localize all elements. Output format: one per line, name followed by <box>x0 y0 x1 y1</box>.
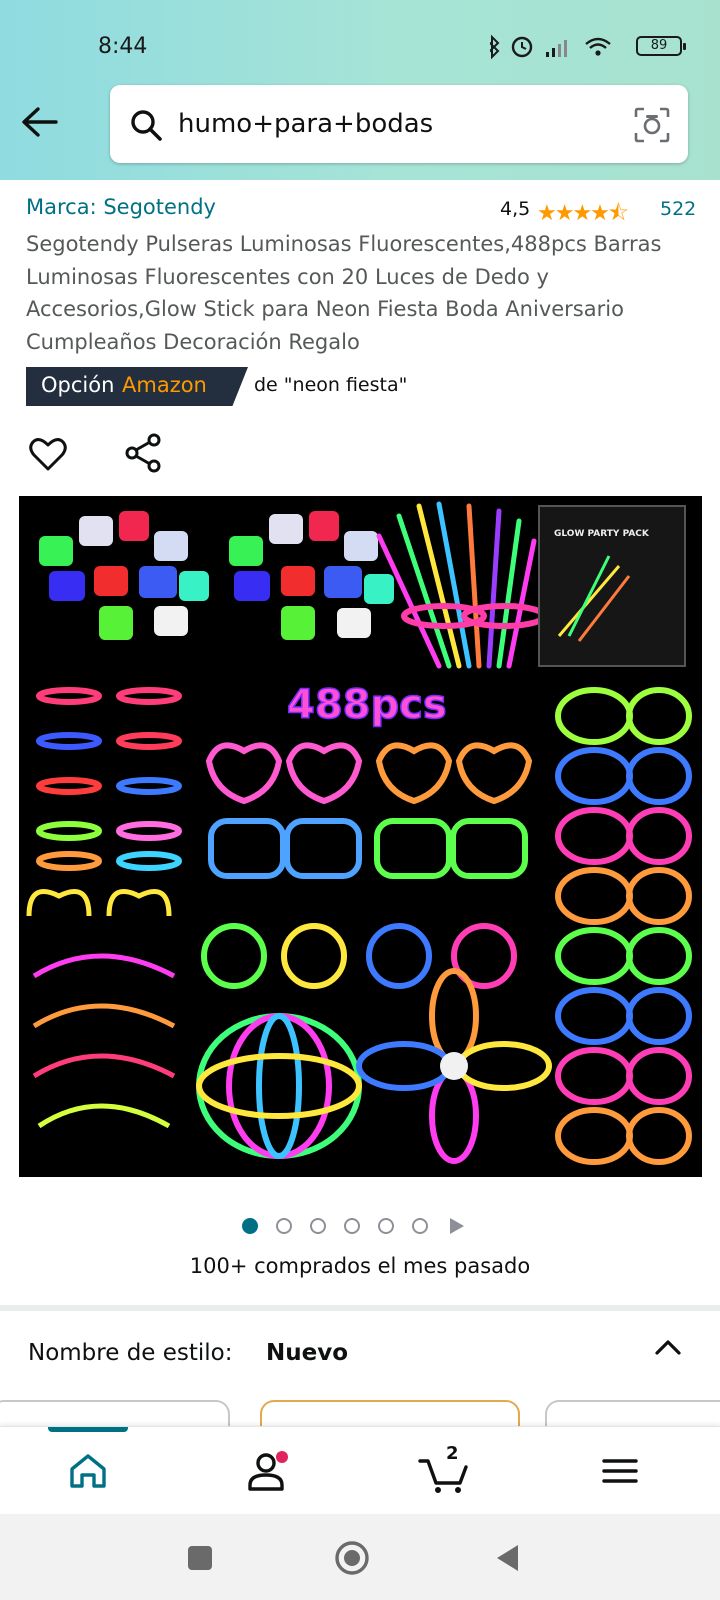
home-icon <box>70 1454 106 1488</box>
pack-box-title: GLOW PARTY PACK <box>554 529 650 539</box>
camera-search-icon[interactable] <box>632 105 672 145</box>
product-image[interactable]: GLOW PARTY PACK 488pcs <box>19 496 702 1177</box>
back-arrow-icon[interactable] <box>18 102 62 142</box>
home-button-icon[interactable] <box>332 1538 372 1578</box>
hamburger-menu-icon <box>602 1459 638 1483</box>
amazon-choice-badge: Opción Amazon <box>26 367 248 406</box>
badge-brand: Amazon <box>122 373 207 397</box>
brand-link[interactable]: Marca: Segotendy <box>26 195 216 219</box>
carousel-dot[interactable] <box>276 1218 292 1234</box>
cart-icon <box>418 1459 468 1493</box>
cart-count: 2 <box>446 1443 459 1464</box>
glow-products-illustration: GLOW PARTY PACK 488pcs <box>26 501 692 1165</box>
carousel-dot[interactable] <box>242 1218 258 1234</box>
carousel-dot[interactable] <box>412 1218 428 1234</box>
carousel-dot[interactable] <box>310 1218 326 1234</box>
bottom-navigation: 2 <box>0 1426 720 1512</box>
video-play-icon[interactable] <box>450 1218 464 1234</box>
product-title: Segotendy Pulseras Luminosas Fluorescent… <box>26 232 662 354</box>
carousel-dot[interactable] <box>344 1218 360 1234</box>
pieces-count-label: 488pcs <box>287 682 447 728</box>
chevron-up-icon[interactable] <box>650 1333 686 1363</box>
nav-cart[interactable]: 2 <box>416 1443 472 1495</box>
rating-value: 4,5 <box>500 198 531 220</box>
active-tab-indicator <box>48 1427 128 1432</box>
share-icon[interactable] <box>124 432 164 474</box>
review-count[interactable]: 522 <box>660 198 696 220</box>
style-label: Nombre de estilo: <box>28 1340 233 1366</box>
badge-keyword[interactable]: de "neon fiesta" <box>254 374 407 396</box>
wishlist-heart-icon[interactable] <box>28 434 68 474</box>
search-bar[interactable] <box>110 85 688 163</box>
nav-home[interactable] <box>60 1447 116 1495</box>
badge-prefix: Opción <box>41 373 115 397</box>
battery-icon: 89 <box>636 36 686 56</box>
search-icon <box>131 110 162 141</box>
status-time: 8:44 <box>98 34 148 59</box>
nav-account[interactable] <box>240 1447 296 1495</box>
carousel-dot[interactable] <box>378 1218 394 1234</box>
style-value: Nuevo <box>266 1340 349 1366</box>
section-divider <box>0 1305 720 1311</box>
back-button-icon[interactable] <box>488 1538 528 1578</box>
system-navigation-bar <box>0 1514 720 1600</box>
nav-menu[interactable] <box>592 1447 648 1495</box>
image-carousel-dots[interactable] <box>242 1218 482 1238</box>
purchase-count: 100+ comprados el mes pasado <box>189 1254 531 1278</box>
search-input[interactable] <box>178 105 608 143</box>
recent-apps-icon[interactable] <box>180 1538 220 1578</box>
app-header: 8:44 89 <box>0 0 720 180</box>
notification-dot <box>276 1451 288 1463</box>
